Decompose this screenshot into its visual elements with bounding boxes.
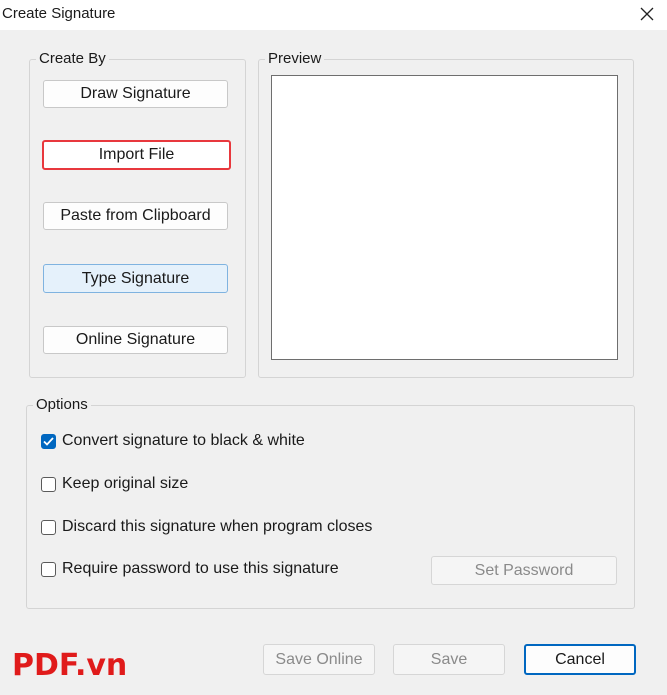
option-label: Require password to use this signature	[62, 560, 339, 577]
cancel-button[interactable]: Cancel	[524, 644, 636, 675]
title-bar: Create Signature	[0, 0, 667, 30]
draw-signature-button[interactable]: Draw Signature	[43, 80, 228, 108]
option-discard-on-close[interactable]: Discard this signature when program clos…	[41, 517, 372, 537]
options-legend: Options	[33, 396, 91, 414]
window-title: Create Signature	[2, 5, 116, 22]
checkbox-icon[interactable]	[41, 519, 56, 535]
online-signature-button[interactable]: Online Signature	[43, 326, 228, 354]
checkbox-icon[interactable]	[41, 561, 56, 577]
save-online-button[interactable]: Save Online	[263, 644, 375, 675]
import-file-button[interactable]: Import File	[42, 140, 231, 170]
create-by-legend: Create By	[36, 50, 109, 68]
option-label: Keep original size	[62, 475, 189, 492]
option-label: Convert signature to black & white	[62, 432, 305, 449]
pdf-vn-watermark-logo: PDF.vn	[12, 648, 128, 683]
option-require-password[interactable]: Require password to use this signature	[41, 559, 339, 579]
type-signature-button[interactable]: Type Signature	[43, 264, 228, 293]
preview-legend: Preview	[265, 50, 325, 68]
preview-area	[271, 75, 618, 360]
checkbox-icon[interactable]	[41, 476, 56, 492]
checkbox-checked-icon[interactable]	[41, 433, 56, 449]
option-label: Discard this signature when program clos…	[62, 518, 373, 535]
option-keep-original-size[interactable]: Keep original size	[41, 474, 188, 494]
paste-from-clipboard-button[interactable]: Paste from Clipboard	[43, 202, 228, 230]
save-button[interactable]: Save	[393, 644, 505, 675]
option-convert-bw[interactable]: Convert signature to black & white	[41, 431, 305, 451]
close-icon[interactable]	[634, 2, 660, 26]
set-password-button[interactable]: Set Password	[431, 556, 617, 585]
